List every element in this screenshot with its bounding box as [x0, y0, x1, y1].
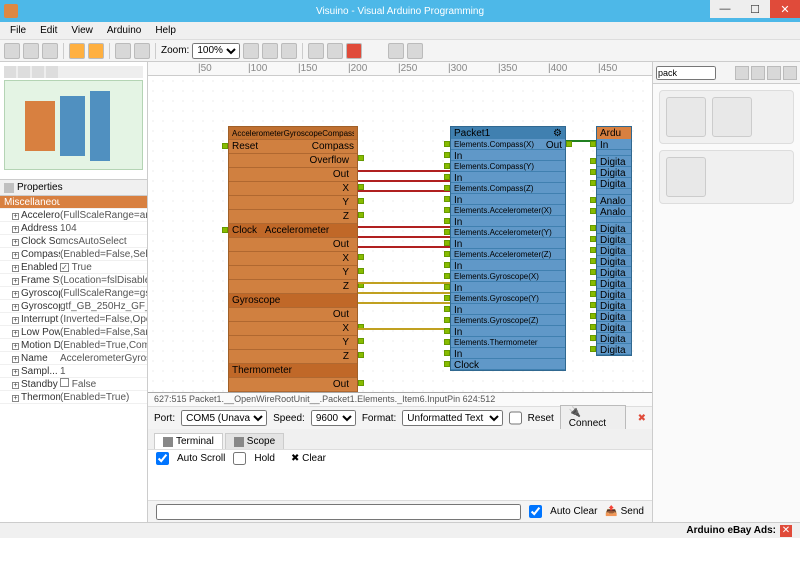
- palette-btn-2[interactable]: [751, 66, 765, 80]
- format-label: Format:: [362, 413, 396, 424]
- scope-icon: [234, 437, 244, 447]
- grid-button[interactable]: [69, 43, 85, 59]
- save-button[interactable]: [42, 43, 58, 59]
- palette-btn-4[interactable]: [783, 66, 797, 80]
- property-row[interactable]: +Gyroscope T...gtf_GB_250Hz_GF_8KH...: [0, 300, 147, 313]
- new-button[interactable]: [4, 43, 20, 59]
- zoom-select[interactable]: 100%: [192, 43, 240, 59]
- port-label: Port:: [154, 413, 175, 424]
- property-row[interactable]: +Standby False: [0, 378, 147, 391]
- snap-button[interactable]: [88, 43, 104, 59]
- property-row[interactable]: +Frame Sync...(Location=fslDisabled,En..…: [0, 274, 147, 287]
- palette-group-1: [659, 90, 794, 144]
- autoclear-label: Auto Clear: [550, 506, 597, 517]
- property-row[interactable]: +Interrupt(Inverted=False,OpenDra...: [0, 313, 147, 326]
- component-arduino[interactable]: Ardu In Digita Digita Digita Analo Analo…: [596, 126, 632, 356]
- redo-button[interactable]: [134, 43, 150, 59]
- reset-checkbox[interactable]: [509, 410, 522, 426]
- serial-icon[interactable]: [407, 43, 423, 59]
- property-row[interactable]: +Gyroscope(FullScaleRange=gs250d...: [0, 287, 147, 300]
- port-select[interactable]: COM5 (Unava: [181, 410, 267, 426]
- maximize-button[interactable]: ☐: [740, 0, 770, 18]
- properties-icon: [4, 183, 14, 193]
- reset-label: Reset: [528, 413, 554, 424]
- undo-button[interactable]: [115, 43, 131, 59]
- hold-label: Hold: [254, 453, 275, 464]
- autoclear-checkbox[interactable]: [529, 505, 542, 518]
- property-row[interactable]: +Thermometer(Enabled=True): [0, 391, 147, 404]
- clear-button[interactable]: ✖ Clear: [291, 453, 326, 464]
- property-row[interactable]: +Compass(Enabled=False,SelfTest...: [0, 248, 147, 261]
- tool-b[interactable]: [327, 43, 343, 59]
- send-input[interactable]: [156, 504, 521, 520]
- connect-button[interactable]: 🔌 Connect: [560, 405, 626, 431]
- palette-item[interactable]: [712, 97, 752, 137]
- menu-help[interactable]: Help: [149, 23, 182, 38]
- palette-btn-3[interactable]: [767, 66, 781, 80]
- hold-checkbox[interactable]: [233, 452, 246, 465]
- tool-a[interactable]: [308, 43, 324, 59]
- speed-label: Speed:: [273, 413, 305, 424]
- menubar: File Edit View Arduino Help: [0, 22, 800, 40]
- property-row[interactable]: +Low Power...(Enabled=False,SampleFr...: [0, 326, 147, 339]
- menu-file[interactable]: File: [4, 23, 32, 38]
- component-accelerometer-gyroscope-compass[interactable]: AccelerometerGyroscopeCompass1 ResetComp…: [228, 126, 358, 392]
- property-row[interactable]: +Acceleromet(FullScaleRange=ar2g,X...: [0, 209, 147, 222]
- delete-icon[interactable]: [346, 43, 362, 59]
- palette-item[interactable]: [666, 97, 706, 137]
- autoscroll-checkbox[interactable]: [156, 452, 169, 465]
- palette-item[interactable]: [666, 157, 706, 197]
- autoscroll-label: Auto Scroll: [177, 453, 225, 464]
- ruler-horizontal: |50|100|150 |200|250|300 |350|400|450: [148, 62, 652, 76]
- component-title: AccelerometerGyroscopeCompass1: [232, 129, 354, 138]
- ads-label: Arduino eBay Ads:: [686, 525, 776, 536]
- window-title: Visuino - Visual Arduino Programming: [316, 6, 484, 17]
- footer: Arduino eBay Ads: ✕: [0, 522, 800, 538]
- property-row[interactable]: +Enabled✓ True: [0, 261, 147, 274]
- property-row[interactable]: +NameAccelerometerGyroscop...: [0, 352, 147, 365]
- properties-tree[interactable]: Miscellaneous +Acceleromet(FullScaleRang…: [0, 196, 147, 522]
- titlebar: Visuino - Visual Arduino Programming — ☐…: [0, 0, 800, 22]
- zoomin-icon[interactable]: [243, 43, 259, 59]
- design-canvas[interactable]: AccelerometerGyroscopeCompass1 ResetComp…: [148, 76, 652, 392]
- open-button[interactable]: [23, 43, 39, 59]
- zoomfit-icon[interactable]: [281, 43, 297, 59]
- tab-scope[interactable]: Scope: [225, 433, 284, 449]
- property-row[interactable]: +Clock SourcemcsAutoSelect: [0, 235, 147, 248]
- property-row[interactable]: +Address104: [0, 222, 147, 235]
- app-icon: [4, 4, 18, 18]
- close-panel-icon[interactable]: ✖: [638, 413, 646, 424]
- upload-icon[interactable]: [388, 43, 404, 59]
- bottom-panel: 627:515 Packet1.__OpenWireRootUnit__.Pac…: [148, 392, 652, 522]
- speed-select[interactable]: 9600: [311, 410, 356, 426]
- close-button[interactable]: ✕: [770, 0, 800, 18]
- palette-btn-1[interactable]: [735, 66, 749, 80]
- ads-close-icon[interactable]: ✕: [780, 525, 792, 537]
- format-select[interactable]: Unformatted Text: [402, 410, 502, 426]
- palette-search[interactable]: [656, 66, 716, 80]
- minimize-button[interactable]: —: [710, 0, 740, 18]
- component-palette: [652, 62, 800, 522]
- properties-header: Properties: [0, 180, 147, 196]
- terminal-output: [148, 467, 652, 500]
- property-row[interactable]: +Sampl...1: [0, 365, 147, 378]
- terminal-icon: [163, 437, 173, 447]
- zoomout-icon[interactable]: [262, 43, 278, 59]
- send-button[interactable]: 📤 Send: [605, 506, 644, 517]
- overview-thumbnail: [4, 80, 143, 170]
- menu-view[interactable]: View: [65, 23, 99, 38]
- property-row[interactable]: +Motion Detect(Enabled=True,Compare...: [0, 339, 147, 352]
- menu-edit[interactable]: Edit: [34, 23, 63, 38]
- overview-panel[interactable]: [0, 62, 147, 180]
- toolbar: Zoom: 100%: [0, 40, 800, 62]
- tab-terminal[interactable]: Terminal: [154, 433, 223, 449]
- palette-group-2: [659, 150, 794, 204]
- component-packet[interactable]: Packet1⚙ Elements.Compass(X)Out In Eleme…: [450, 126, 566, 371]
- zoom-label: Zoom:: [161, 45, 189, 56]
- menu-arduino[interactable]: Arduino: [101, 23, 147, 38]
- packet-title: Packet1: [454, 128, 490, 138]
